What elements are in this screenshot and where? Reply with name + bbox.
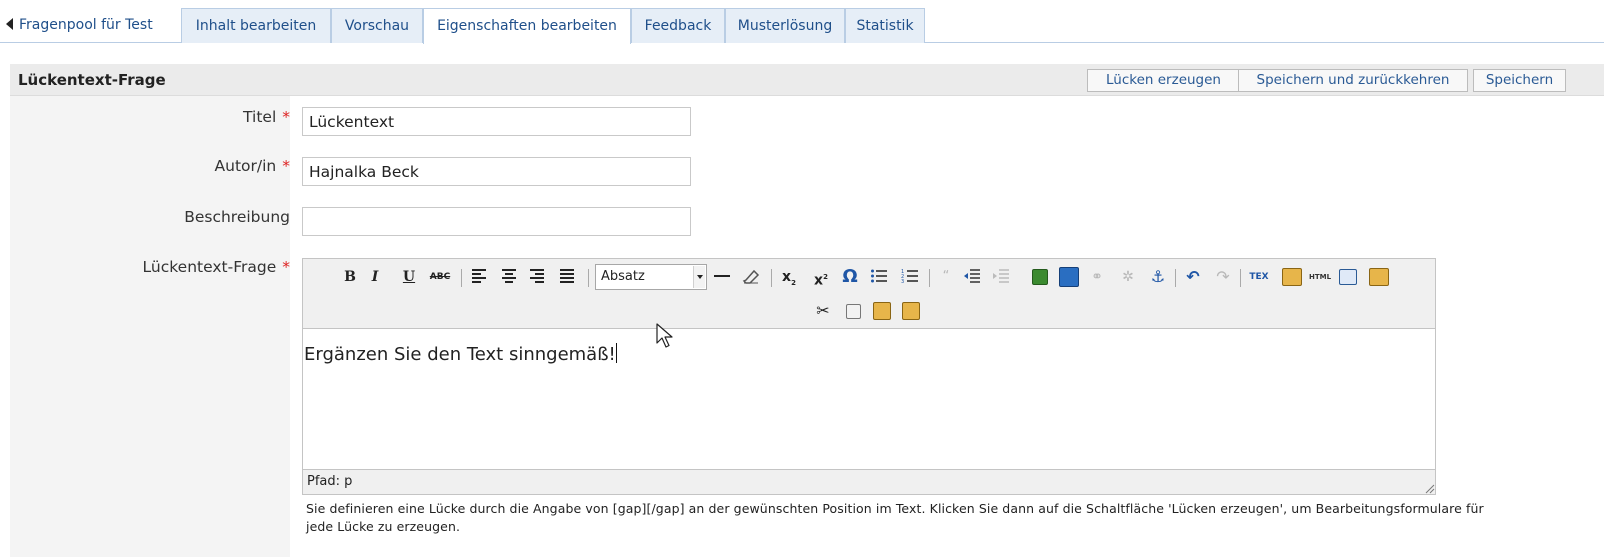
tab-model-solution[interactable]: Musterlösung	[725, 8, 845, 43]
editor-toolbar: B I U ABC Absatz x2 x2 Ω 123 “ ⚭ ✲ ⚓ ↶ ↷…	[303, 259, 1435, 329]
cut-icon[interactable]: ✂	[813, 300, 833, 322]
svg-text:3: 3	[901, 279, 904, 284]
title-field[interactable]	[302, 107, 691, 136]
indent-icon[interactable]	[991, 266, 1011, 288]
description-label: Beschreibung	[184, 208, 290, 226]
resize-grip-icon[interactable]	[1423, 482, 1435, 494]
tab-edit-properties[interactable]: Eigenschaften bearbeiten	[423, 8, 631, 44]
anchor-icon[interactable]: ⚓	[1148, 266, 1168, 288]
question-label: Lückentext-Frage *	[143, 258, 290, 276]
editor-content-area[interactable]: Ergänzen Sie den Text sinngemäß!	[303, 330, 1435, 469]
toolbar-separator	[929, 269, 930, 287]
editor-path-bar: Pfad: p	[303, 469, 1435, 494]
paste-text-icon[interactable]	[902, 302, 920, 320]
superscript-label: x	[814, 272, 824, 289]
toolbar-row-2: ✂	[303, 300, 1435, 326]
image-icon[interactable]	[1032, 269, 1048, 285]
numbered-list-icon[interactable]: 123	[900, 266, 920, 288]
subscript-icon[interactable]: x2	[779, 266, 799, 288]
outdent-icon[interactable]	[962, 266, 982, 288]
back-arrow-icon	[6, 18, 13, 30]
form-title: Lückentext-Frage	[18, 71, 166, 89]
required-marker: *	[282, 258, 290, 276]
tab-statistics[interactable]: Statistik	[845, 8, 925, 43]
toolbar-row-1b: x2 x2 Ω 123 “ ⚭ ✲ ⚓ ↶ ↷ TEX HTML	[303, 266, 1435, 292]
save-button[interactable]: Speichern	[1473, 69, 1566, 92]
redo-icon[interactable]: ↷	[1213, 266, 1233, 288]
bullet-list-icon[interactable]	[869, 266, 889, 288]
title-label: Titel *	[243, 108, 290, 126]
undo-icon[interactable]: ↶	[1183, 266, 1203, 288]
title-label-text: Titel	[243, 108, 277, 126]
back-link-label: Fragenpool für Test	[19, 17, 153, 33]
blockquote-icon[interactable]: “	[936, 266, 956, 288]
gap-help-text: Sie definieren eine Lücke durch die Anga…	[306, 501, 1484, 534]
question-label-text: Lückentext-Frage	[142, 258, 277, 276]
horizontal-rule-icon[interactable]	[712, 266, 732, 288]
unlink-icon[interactable]: ✲	[1118, 266, 1138, 288]
required-marker: *	[282, 108, 290, 126]
toolbar-separator	[1240, 269, 1241, 287]
tab-feedback[interactable]: Feedback	[631, 8, 725, 43]
text-caret	[615, 343, 617, 363]
eraser-icon[interactable]	[741, 266, 761, 288]
editor-text: Ergänzen Sie den Text sinngemäß!	[304, 344, 616, 365]
tex-icon[interactable]: TEX	[1246, 266, 1272, 288]
tab-bar: Fragenpool für Test Inhalt bearbeiten Vo…	[0, 8, 1604, 44]
fullscreen-icon[interactable]	[1339, 269, 1357, 285]
back-to-pool-link[interactable]: Fragenpool für Test	[6, 8, 153, 43]
author-field[interactable]	[302, 157, 691, 186]
paste-plain-icon[interactable]	[1369, 268, 1389, 286]
form-header: Lückentext-Frage Lücken erzeugen Speiche…	[10, 64, 1604, 96]
media-icon[interactable]	[1059, 267, 1079, 287]
html-icon[interactable]: HTML	[1307, 266, 1333, 288]
superscript-icon[interactable]: x2	[811, 266, 831, 289]
tab-edit-content[interactable]: Inhalt bearbeiten	[181, 8, 331, 43]
toolbar-separator	[771, 269, 772, 287]
create-gaps-button[interactable]: Lücken erzeugen	[1087, 69, 1240, 92]
rich-text-editor: B I U ABC Absatz x2 x2 Ω 123 “ ⚭ ✲ ⚓ ↶ ↷…	[302, 258, 1436, 495]
omega-icon[interactable]: Ω	[840, 266, 860, 288]
toolbar-separator	[1175, 269, 1176, 287]
required-marker: *	[282, 157, 290, 175]
paste-word-icon[interactable]	[1282, 268, 1302, 286]
paste-icon[interactable]	[873, 302, 891, 320]
copy-icon[interactable]	[846, 304, 861, 319]
tab-preview[interactable]: Vorschau	[331, 8, 423, 43]
subscript-label: x	[782, 269, 792, 285]
author-label: Autor/in *	[215, 157, 290, 175]
editor-path-text: Pfad: p	[307, 474, 353, 489]
mouse-pointer-icon	[656, 323, 673, 348]
description-field[interactable]	[302, 207, 691, 236]
author-label-text: Autor/in	[214, 157, 277, 175]
link-icon[interactable]: ⚭	[1087, 266, 1107, 288]
save-and-return-button[interactable]: Speichern und zurückkehren	[1238, 69, 1468, 92]
